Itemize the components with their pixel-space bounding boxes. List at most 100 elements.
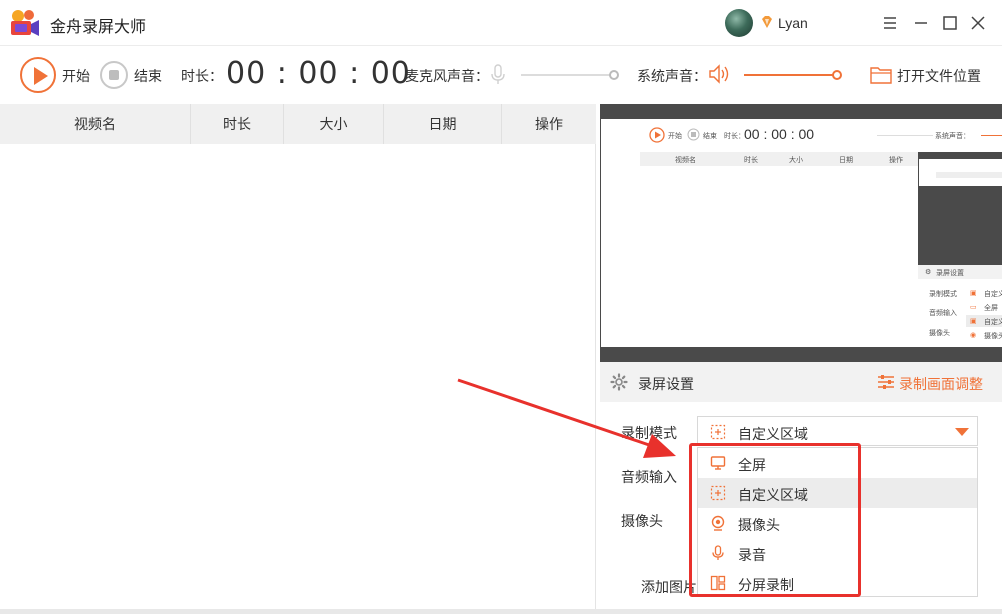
menu-icon[interactable] (880, 13, 900, 33)
stop-button[interactable] (100, 61, 128, 89)
mini-settings-header: ⚙ 录屏设置 (918, 265, 1002, 279)
mini-mode-label: 录制模式 (929, 291, 957, 298)
mode-option-label: 自定义区域 (738, 487, 808, 503)
column-header-actions[interactable]: 操作 (502, 104, 596, 144)
mic-volume-label: 麦克风声音： (405, 68, 489, 84)
preview-screenshot: 开始 结束 时长： 00 : 00 : 00 系统声音： 视频名 时长 大小 日… (601, 119, 1002, 347)
mini-settings: ⚙ 录屏设置 录制模式 音频输入 摄像头 ▣ 自定义区域 ▭ 全屏 ▣ 自定义区… (918, 265, 1002, 347)
mode-dropdown-list: 全屏 自定义区域 摄像头 录音 分屏录制 (697, 447, 978, 597)
mode-option-webcam[interactable]: 摄像头 (698, 508, 977, 538)
duration-value: 00 : 00 : 00 (226, 56, 411, 91)
webcam-icon (711, 515, 725, 531)
folder-icon[interactable] (870, 64, 892, 84)
mic-icon (712, 545, 724, 560)
mode-option-label: 摄像头 (738, 517, 780, 533)
speaker-icon[interactable] (708, 63, 730, 85)
microphone-icon[interactable] (490, 64, 506, 86)
system-volume-fill (744, 74, 836, 76)
mode-option-audio[interactable]: 录音 (698, 538, 977, 568)
mini-col-size: 大小 (789, 157, 803, 164)
mini-option-webcam-icon: ◉ (970, 332, 977, 339)
mini-table-header: 视频名 时长 大小 日期 操作 (640, 152, 918, 166)
maximize-icon[interactable] (940, 13, 960, 33)
username[interactable]: Lyan (778, 15, 808, 31)
mode-option-label: 分屏录制 (738, 577, 794, 593)
camera-label: 摄像头 (621, 513, 663, 529)
minimize-icon[interactable] (911, 13, 931, 33)
column-header-duration[interactable]: 时长 (191, 104, 284, 144)
start-label[interactable]: 开始 (62, 66, 90, 86)
mini-option-3: 自定义区域 (984, 319, 1002, 326)
mini-start-icon (649, 127, 665, 143)
chevron-down-icon[interactable] (955, 428, 969, 436)
mini-system-label: 系统声音： (935, 133, 970, 140)
mode-select[interactable]: 自定义区域 (697, 416, 978, 446)
mini-gear-icon: ⚙ (925, 269, 932, 276)
adjust-capture-button[interactable]: 录制画面调整 (899, 374, 983, 394)
mode-option-fullscreen[interactable]: 全屏 (698, 448, 977, 478)
split-screen-icon (710, 575, 726, 591)
avatar[interactable] (725, 9, 753, 37)
app-title: 金舟录屏大师 (50, 19, 147, 36)
mini-option-region-icon: ▣ (970, 290, 977, 297)
mini-option-region-icon-2: ▣ (970, 318, 977, 325)
mini-option-1: 自定义区域 (984, 291, 1002, 298)
close-icon[interactable] (968, 13, 988, 33)
vip-diamond-icon (762, 16, 772, 28)
region-icon (710, 485, 726, 501)
mini-option-4: 摄像头 (984, 333, 1002, 340)
mini-preview-inner (919, 159, 1002, 186)
mode-select-value: 自定义区域 (738, 426, 808, 442)
mini-col-actions: 操作 (889, 157, 903, 164)
mic-volume-slider[interactable] (521, 70, 619, 80)
mini-preview (918, 152, 1002, 265)
start-button[interactable] (20, 57, 56, 93)
bottom-border (0, 609, 1002, 614)
region-icon (710, 424, 726, 440)
settings-title: 录屏设置 (638, 376, 694, 392)
system-volume-knob[interactable] (832, 70, 842, 80)
mini-start-label: 开始 (668, 133, 682, 140)
add-image-label: 添加图片 (641, 579, 697, 595)
table-header: 视频名 时长 大小 日期 操作 (0, 104, 596, 144)
mini-system-slider (981, 135, 1002, 136)
mini-duration-value: 00 : 00 : 00 (744, 126, 815, 142)
column-header-size[interactable]: 大小 (284, 104, 384, 144)
mini-stop-label: 结束 (703, 133, 717, 140)
mini-option-2: 全屏 (984, 305, 998, 312)
column-header-name[interactable]: 视频名 (0, 104, 191, 144)
gear-icon (610, 373, 628, 391)
stop-label[interactable]: 结束 (134, 66, 162, 86)
mini-col-duration: 时长 (744, 157, 758, 164)
sliders-icon[interactable] (877, 374, 895, 390)
app-logo-icon (11, 10, 39, 36)
mini-duration-label: 时长： (724, 133, 745, 140)
settings-header: 录屏设置 录制画面调整 (600, 362, 1002, 402)
mini-settings-title: 录屏设置 (936, 270, 964, 277)
mode-option-label: 全屏 (738, 457, 766, 473)
system-volume-slider[interactable] (744, 70, 842, 80)
system-volume-label: 系统声音： (637, 68, 707, 84)
mini-preview-row (936, 172, 1002, 178)
mini-col-name: 视频名 (675, 157, 696, 164)
title-bar: 金舟录屏大师 Lyan (0, 0, 1002, 46)
mode-option-custom-region[interactable]: 自定义区域 (698, 478, 977, 508)
mini-option-monitor-icon: ▭ (970, 304, 977, 311)
mini-stop-icon (687, 128, 700, 141)
mic-volume-knob[interactable] (609, 70, 619, 80)
monitor-icon (710, 456, 726, 470)
mini-camera-label: 摄像头 (929, 330, 950, 337)
column-header-date[interactable]: 日期 (384, 104, 502, 144)
video-list: 视频名 时长 大小 日期 操作 (0, 104, 596, 610)
screen-preview: 开始 结束 时长： 00 : 00 : 00 系统声音： 视频名 时长 大小 日… (600, 104, 1002, 362)
mode-label: 录制模式 (621, 425, 677, 441)
open-folder-button[interactable]: 打开文件位置 (897, 66, 981, 86)
mode-option-split-screen[interactable]: 分屏录制 (698, 568, 977, 598)
mini-col-date: 日期 (839, 157, 853, 164)
mini-mic-slider (877, 135, 933, 136)
mini-audio-label: 音频输入 (929, 310, 957, 317)
audio-input-label: 音频输入 (621, 469, 677, 485)
duration-label: 时长： (181, 68, 223, 84)
mode-option-label: 录音 (738, 547, 766, 563)
recording-toolbar: 开始 结束 时长： 00 : 00 : 00 麦克风声音： 系统声音： 打开文件… (0, 47, 1002, 103)
